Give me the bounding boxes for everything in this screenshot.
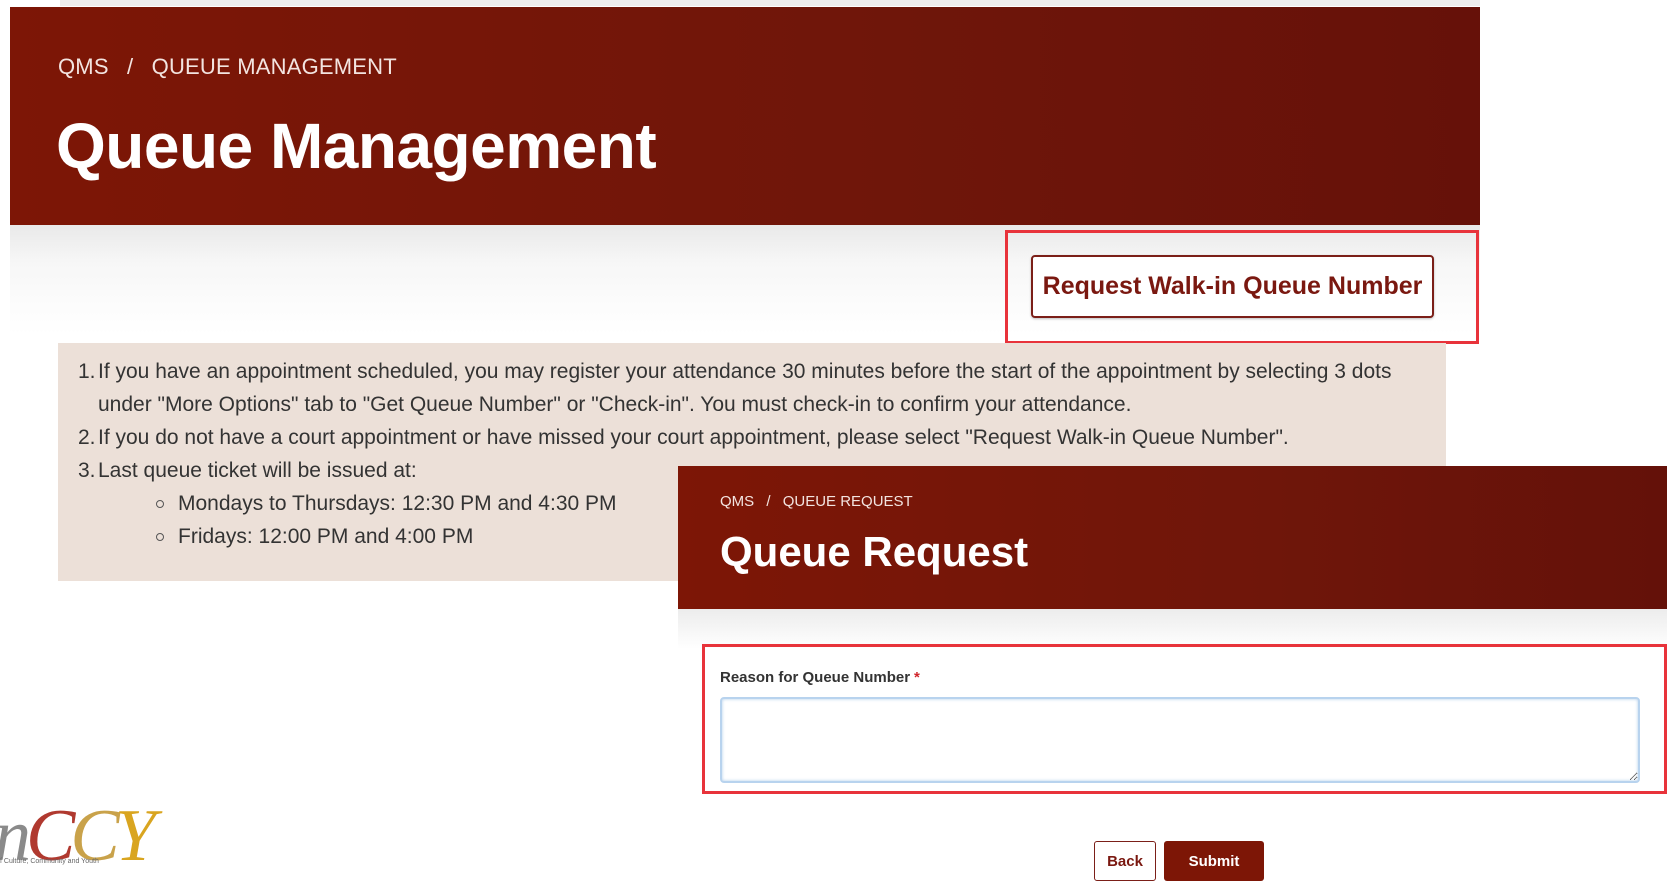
page-title: Queue Management <box>56 110 657 182</box>
breadcrumb-separator: / <box>766 493 771 510</box>
breadcrumb: QMS / QUEUE MANAGEMENT <box>58 54 397 80</box>
breadcrumb-separator: / <box>127 54 134 79</box>
logo-letters: nCCY <box>0 795 156 877</box>
list-item: 2. If you do not have a court appointmen… <box>78 421 1438 454</box>
breadcrumb: QMS / QUEUE REQUEST <box>720 493 913 510</box>
list-number: 1. <box>78 360 96 383</box>
back-button[interactable]: Back <box>1094 841 1156 881</box>
breadcrumb-item-qms[interactable]: QMS <box>58 54 109 79</box>
reason-textarea[interactable] <box>720 697 1640 783</box>
breadcrumb-item-queue-management: QUEUE MANAGEMENT <box>151 54 397 79</box>
list-item: 1. If you have an appointment scheduled,… <box>78 355 1438 421</box>
reason-label-text: Reason for Queue Number <box>720 669 911 686</box>
instruction-text: Last queue ticket will be issued at: <box>98 459 417 482</box>
request-walkin-queue-button[interactable]: Request Walk-in Queue Number <box>1031 255 1434 318</box>
required-mark: * <box>914 669 920 686</box>
submit-button[interactable]: Submit <box>1164 841 1264 881</box>
instruction-text: If you have an appointment scheduled, yo… <box>98 360 1392 416</box>
list-number: 2. <box>78 426 96 449</box>
top-divider <box>60 0 1480 6</box>
mccy-logo: nCCY f Culture, Community and Youth <box>0 795 180 877</box>
breadcrumb-item-queue-request: QUEUE REQUEST <box>782 493 913 510</box>
logo-tagline: f Culture, Community and Youth <box>0 858 99 865</box>
queue-request-screen: QMS / QUEUE REQUEST Queue Request Reason… <box>678 466 1667 881</box>
page-title: Queue Request <box>720 528 1029 575</box>
page-header-banner: QMS / QUEUE REQUEST Queue Request <box>678 466 1667 609</box>
header-shadow <box>678 609 1667 649</box>
instruction-text: If you do not have a court appointment o… <box>98 426 1289 449</box>
list-number: 3. <box>78 459 96 482</box>
reason-label: Reason for Queue Number * <box>720 669 920 686</box>
page-header-banner: QMS / QUEUE MANAGEMENT Queue Management <box>10 7 1480 225</box>
breadcrumb-item-qms[interactable]: QMS <box>720 493 754 510</box>
